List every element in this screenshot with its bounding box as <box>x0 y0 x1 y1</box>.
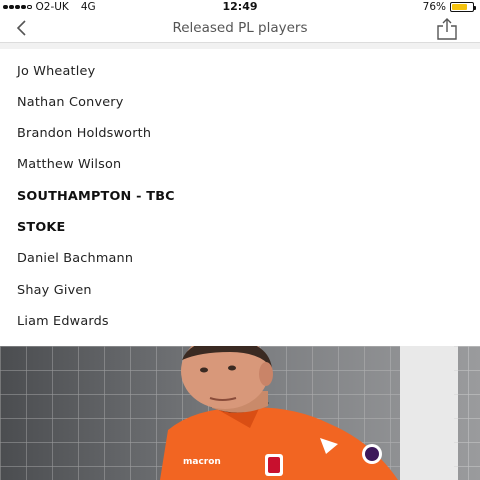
list-item: Shay Given <box>17 283 92 298</box>
player-photo: macron <box>0 346 480 480</box>
status-time: 12:49 <box>222 0 258 13</box>
battery-percent: 76% <box>422 1 446 13</box>
list-item: Nathan Convery <box>17 95 124 110</box>
nav-divider <box>0 43 480 49</box>
list-item: Matthew Wilson <box>17 157 122 172</box>
battery-fill <box>452 4 467 10</box>
battery-icon <box>450 2 476 12</box>
status-bar: O2-UK 4G 12:49 76% <box>0 0 480 14</box>
page-title: Released PL players <box>172 20 308 36</box>
list-item: Liam Edwards <box>17 314 109 329</box>
status-right: 76% <box>422 0 476 14</box>
chevron-left-icon <box>16 20 26 36</box>
list-item: Jo Wheatley <box>17 64 96 79</box>
goalkeeper-image: macron <box>0 346 480 480</box>
navigation-bar: Released PL players <box>0 14 480 43</box>
share-icon <box>437 18 457 40</box>
section-heading: STOKE <box>17 220 66 235</box>
back-button[interactable] <box>16 14 40 42</box>
list-item: Brandon Holdsworth <box>17 126 152 141</box>
list-item: Daniel Bachmann <box>17 251 134 266</box>
svg-text:macron: macron <box>183 457 221 467</box>
section-heading: SOUTHAMPTON - TBC <box>17 189 175 204</box>
share-button[interactable] <box>434 16 460 42</box>
